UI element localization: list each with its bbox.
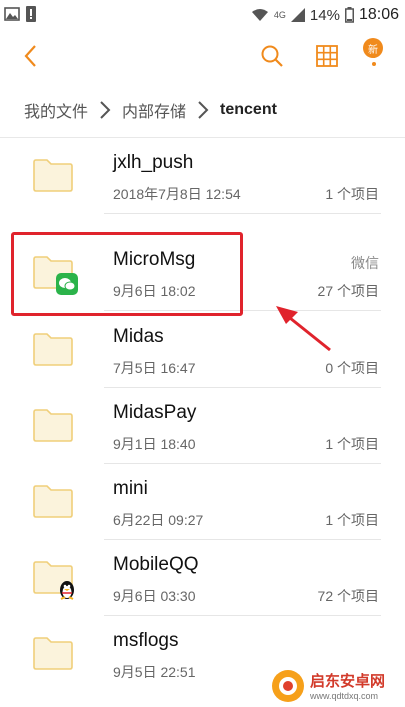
back-button[interactable] (14, 40, 46, 72)
status-left (4, 6, 36, 22)
file-date: 2018年7月8日 12:54 (113, 186, 241, 202)
search-icon (261, 45, 283, 67)
list-item[interactable]: Midas 7月5日 16:47 0 个项目 (0, 312, 405, 388)
file-count: 1 个项目 (325, 186, 379, 202)
file-date: 9月1日 18:40 (113, 436, 196, 452)
list-item[interactable]: MidasPay 9月1日 18:40 1 个项目 (0, 388, 405, 464)
status-bar: 4G 14% 18:06 (0, 0, 405, 32)
file-date: 6月22日 09:27 (113, 512, 204, 528)
folder-icon (33, 159, 73, 192)
grid-icon (316, 45, 338, 67)
search-button[interactable] (256, 40, 288, 72)
qq-penguin-icon (60, 581, 74, 600)
list-item[interactable]: jxlh_push 2018年7月8日 12:54 1 个项目 (0, 138, 405, 214)
file-name: mini (113, 478, 148, 499)
annotation-highlight-box (11, 232, 243, 316)
breadcrumb-internal-storage[interactable]: 内部存储 (122, 98, 186, 122)
watermark: 启东安卓网 www.qdtdxq.com (270, 664, 405, 707)
file-count: 72 个项目 (317, 588, 379, 604)
file-count: 27 个项目 (317, 283, 379, 299)
file-date: 9月5日 22:51 (113, 664, 196, 680)
network-type-label: 4G (273, 10, 286, 20)
breadcrumb: 我的文件 内部存储 tencent (0, 82, 405, 138)
clock: 18:06 (358, 6, 399, 23)
wifi-icon (251, 9, 268, 21)
grid-view-button[interactable] (311, 40, 343, 72)
list-item[interactable]: MobileQQ 9月6日 03:30 72 个项目 (0, 540, 405, 616)
chevron-right-icon (198, 100, 209, 119)
signal-icon (290, 8, 305, 22)
file-count: 1 个项目 (325, 512, 379, 528)
divider (104, 213, 381, 214)
alert-notification-icon (26, 6, 36, 22)
file-name: MobileQQ (113, 554, 199, 575)
action-bar (0, 32, 405, 80)
new-badge: 新 (363, 38, 383, 58)
file-name: jxlh_push (113, 152, 194, 173)
watermark-url: www.qdtdxq.com (310, 691, 379, 701)
watermark-title: 启东安卓网 (310, 673, 386, 690)
file-date: 7月5日 16:47 (113, 360, 196, 376)
app-tag: 微信 (351, 255, 379, 271)
breadcrumb-my-files[interactable]: 我的文件 (24, 98, 88, 122)
image-notification-icon (4, 7, 20, 21)
folder-icon (33, 409, 73, 442)
folder-icon (33, 637, 73, 670)
file-count: 0 个项目 (325, 360, 379, 376)
file-date: 9月6日 03:30 (113, 588, 196, 604)
folder-icon (33, 333, 73, 366)
list-item[interactable]: mini 6月22日 09:27 1 个项目 (0, 464, 405, 540)
status-right: 4G 14% 18:06 (251, 6, 399, 24)
file-name: Midas (113, 326, 164, 347)
chevron-left-icon (24, 45, 36, 67)
file-count: 1 个项目 (325, 436, 379, 452)
battery-icon (344, 7, 354, 23)
breadcrumb-current: tencent (220, 100, 277, 118)
file-name: MidasPay (113, 402, 197, 423)
folder-icon (33, 485, 73, 518)
chevron-right-icon (100, 100, 111, 119)
battery-percent: 14% (309, 6, 340, 24)
annotation-arrow-icon (276, 306, 331, 352)
watermark-logo-icon (272, 669, 304, 702)
file-name: msflogs (113, 630, 179, 651)
